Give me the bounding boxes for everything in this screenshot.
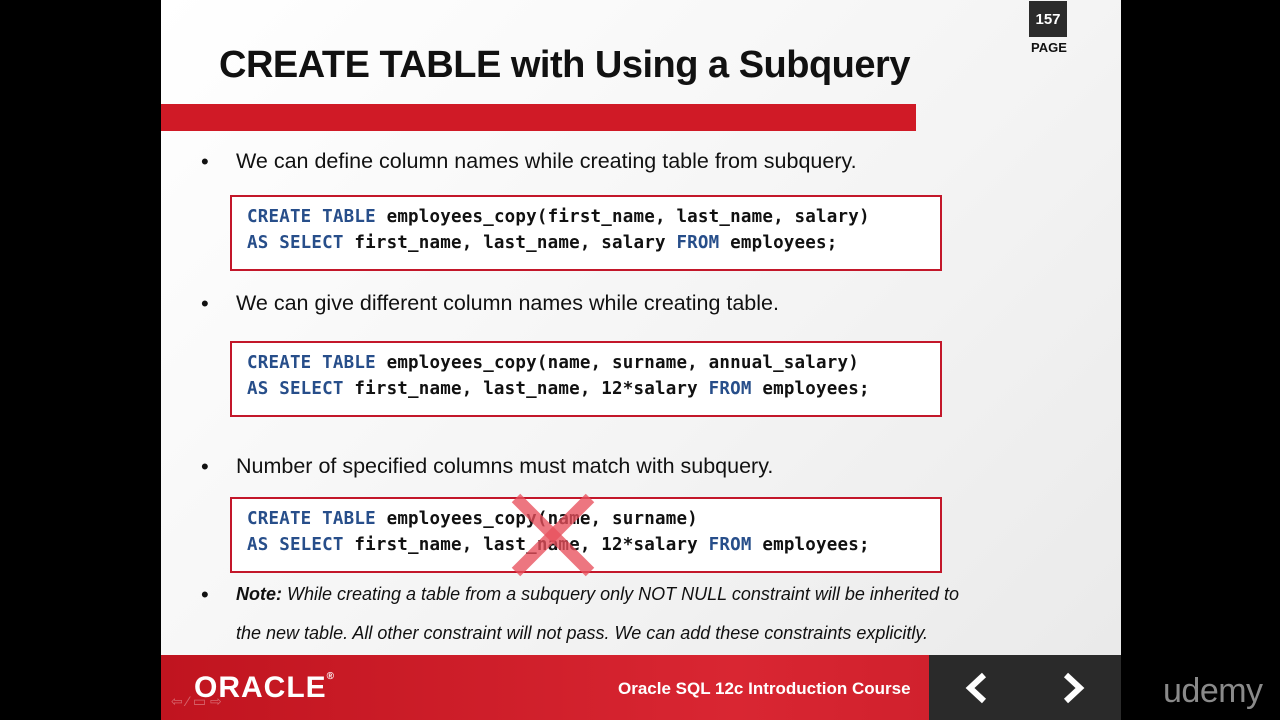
sql-keyword: CREATE TABLE xyxy=(247,353,376,373)
sql-keyword: FROM xyxy=(676,233,720,253)
sql-text: first_name, last_name, salary xyxy=(343,233,677,253)
slide-footer: ⇦ ⁄ ▭ ⇨ ORACLE® Oracle SQL 12c Introduct… xyxy=(161,655,1121,720)
page-number-badge: 157 xyxy=(1029,1,1067,37)
code-line: CREATE TABLE employees_copy(name, surnam… xyxy=(247,353,859,373)
code-line: AS SELECT first_name, last_name, 12*sala… xyxy=(247,379,870,399)
slide-title: CREATE TABLE with Using a Subquery xyxy=(219,44,910,86)
code-block: CREATE TABLE employees_copy(first_name, … xyxy=(230,195,942,271)
code-line: AS SELECT first_name, last_name, salary … xyxy=(247,233,838,253)
wrong-x-icon xyxy=(511,493,595,577)
title-underline-bar xyxy=(161,104,916,131)
sql-keyword: CREATE TABLE xyxy=(247,207,376,227)
course-title: Oracle SQL 12c Introduction Course xyxy=(618,679,911,698)
previous-slide-button[interactable] xyxy=(929,655,1025,720)
bullet-dot: • xyxy=(201,149,209,174)
sql-text: employees; xyxy=(751,379,870,399)
bullet-dot: • xyxy=(201,454,209,479)
sql-keyword: AS SELECT xyxy=(247,535,344,555)
bullet-dot: • xyxy=(201,291,209,316)
sql-keyword: FROM xyxy=(708,535,752,555)
next-slide-button[interactable] xyxy=(1025,655,1121,720)
bullet-text: We can give different column names while… xyxy=(236,291,779,315)
slide-navigation xyxy=(929,655,1121,720)
note-text: While creating a table from a subquery o… xyxy=(282,584,959,604)
oracle-logo: ORACLE® xyxy=(194,671,335,705)
sql-keyword: CREATE TABLE xyxy=(247,509,376,529)
page-label: PAGE xyxy=(1031,40,1067,55)
chevron-right-icon xyxy=(1063,672,1085,703)
bullet-dot: • xyxy=(201,582,209,607)
note-line-2: the new table. All other constraint will… xyxy=(236,623,929,643)
note-line-1: Note: While creating a table from a subq… xyxy=(236,584,959,605)
sql-keyword: AS SELECT xyxy=(247,379,344,399)
slide: 157 PAGE CREATE TABLE with Using a Subqu… xyxy=(161,0,1121,720)
sql-text: employees_copy(first_name, last_name, sa… xyxy=(375,207,870,227)
udemy-watermark: udemy xyxy=(1163,672,1263,710)
registered-mark: ® xyxy=(326,671,336,682)
sql-text: first_name, last_name, 12*salary xyxy=(343,379,709,399)
code-line: CREATE TABLE employees_copy(first_name, … xyxy=(247,207,870,227)
bullet-text: We can define column names while creatin… xyxy=(236,149,857,173)
sql-text: employees; xyxy=(751,535,870,555)
chevron-left-icon xyxy=(965,672,987,703)
sql-keyword: AS SELECT xyxy=(247,233,344,253)
sql-text: employees; xyxy=(719,233,838,253)
sql-keyword: FROM xyxy=(708,379,752,399)
sql-text: employees_copy(name, surname, annual_sal… xyxy=(375,353,859,373)
oracle-logo-text: ORACLE xyxy=(194,671,327,704)
bullet-text: Number of specified columns must match w… xyxy=(236,454,774,478)
code-line: CREATE TABLE employees_copy(name, surnam… xyxy=(247,509,698,529)
note-label: Note: xyxy=(236,584,282,604)
code-block: CREATE TABLE employees_copy(name, surnam… xyxy=(230,341,942,417)
